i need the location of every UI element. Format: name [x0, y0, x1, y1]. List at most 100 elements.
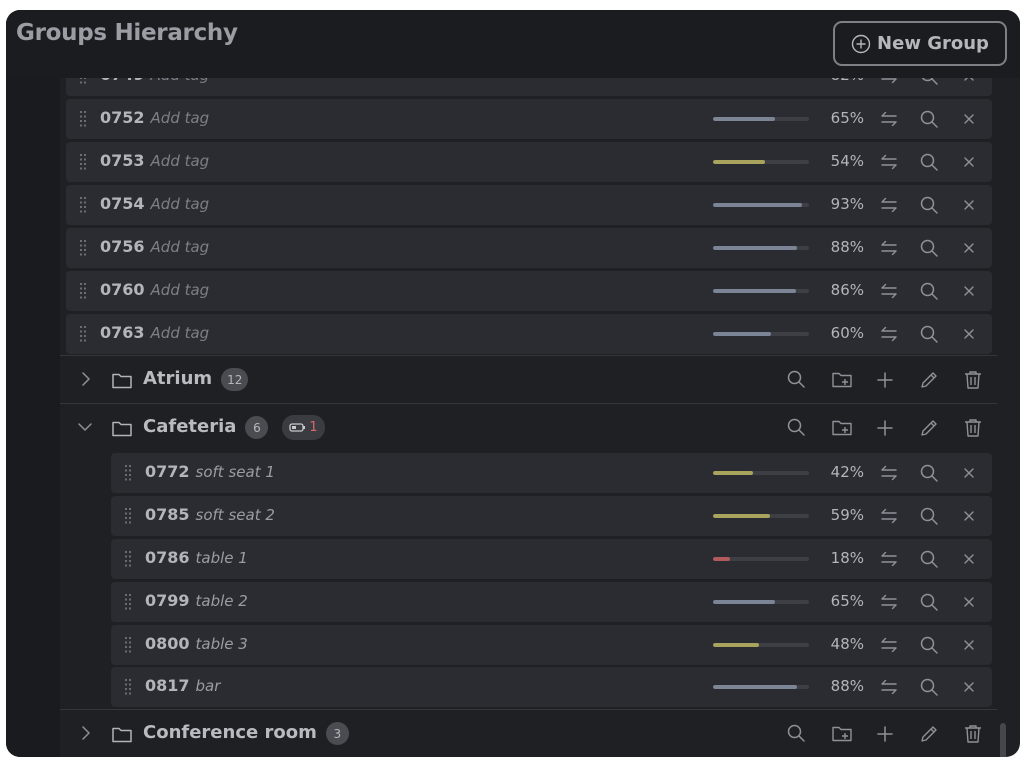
swap-icon[interactable]	[879, 324, 899, 344]
group-row-conference-room[interactable]: Conference room 3	[60, 709, 997, 757]
cafe-row[interactable]: 0786 table 1 18%	[111, 539, 992, 579]
drag-handle-icon[interactable]	[80, 283, 86, 299]
close-icon[interactable]	[959, 238, 979, 258]
search-icon[interactable]	[919, 549, 939, 569]
swap-icon[interactable]	[879, 195, 899, 215]
search-icon[interactable]	[786, 723, 808, 745]
search-icon[interactable]	[919, 635, 939, 655]
search-icon[interactable]	[919, 324, 939, 344]
add-tag-link[interactable]: Add tag	[151, 195, 210, 213]
top-row[interactable]: 0756 Add tag 88%	[66, 228, 992, 268]
close-icon[interactable]	[959, 78, 979, 86]
pencil-icon[interactable]	[918, 723, 940, 745]
chevron-right-icon[interactable]	[76, 370, 94, 388]
drag-handle-icon[interactable]	[80, 326, 86, 342]
close-icon[interactable]	[959, 195, 979, 215]
drag-handle-icon[interactable]	[125, 637, 131, 653]
group-row-cafeteria[interactable]: Cafeteria 6 1	[60, 403, 997, 452]
top-row[interactable]: 0749 Add tag 82%	[66, 78, 992, 96]
drag-handle-icon[interactable]	[125, 594, 131, 610]
top-row[interactable]: 0752 Add tag 65%	[66, 99, 992, 139]
battery-percent: 54%	[830, 152, 864, 170]
swap-icon[interactable]	[879, 238, 899, 258]
add-tag-link[interactable]: Add tag	[151, 238, 210, 256]
search-icon[interactable]	[786, 369, 808, 391]
close-icon[interactable]	[959, 324, 979, 344]
add-subgroup-icon[interactable]	[831, 369, 853, 391]
drag-handle-icon[interactable]	[125, 508, 131, 524]
close-icon[interactable]	[959, 635, 979, 655]
search-icon[interactable]	[919, 78, 939, 86]
trash-icon[interactable]	[962, 723, 984, 745]
swap-icon[interactable]	[879, 506, 899, 526]
swap-icon[interactable]	[879, 592, 899, 612]
add-subgroup-icon[interactable]	[831, 723, 853, 745]
plus-icon[interactable]	[874, 417, 896, 439]
vertical-scrollbar[interactable]	[1000, 723, 1006, 757]
close-icon[interactable]	[959, 592, 979, 612]
add-tag-link[interactable]: Add tag	[151, 281, 210, 299]
plus-icon[interactable]	[874, 723, 896, 745]
trash-icon[interactable]	[962, 417, 984, 439]
close-icon[interactable]	[959, 549, 979, 569]
drag-handle-icon[interactable]	[80, 197, 86, 213]
device-id: 0772	[145, 462, 190, 481]
pencil-icon[interactable]	[918, 417, 940, 439]
search-icon[interactable]	[919, 506, 939, 526]
top-row[interactable]: 0763 Add tag 60%	[66, 314, 992, 354]
top-row[interactable]: 0753 Add tag 54%	[66, 142, 992, 182]
cafe-row[interactable]: 0800 table 3 48%	[111, 625, 992, 665]
close-icon[interactable]	[959, 463, 979, 483]
swap-icon[interactable]	[879, 677, 899, 697]
search-icon[interactable]	[919, 152, 939, 172]
search-icon[interactable]	[919, 463, 939, 483]
drag-handle-icon[interactable]	[125, 465, 131, 481]
device-id: 0749	[100, 78, 145, 84]
search-icon[interactable]	[919, 238, 939, 258]
drag-handle-icon[interactable]	[80, 111, 86, 127]
plus-icon[interactable]	[874, 369, 896, 391]
swap-icon[interactable]	[879, 152, 899, 172]
top-row[interactable]: 0754 Add tag 93%	[66, 185, 992, 225]
search-icon[interactable]	[919, 195, 939, 215]
search-icon[interactable]	[919, 281, 939, 301]
search-icon[interactable]	[919, 592, 939, 612]
drag-handle-icon[interactable]	[125, 679, 131, 695]
cafe-row[interactable]: 0817 bar 88%	[111, 667, 992, 707]
swap-icon[interactable]	[879, 109, 899, 129]
search-icon[interactable]	[919, 677, 939, 697]
search-icon[interactable]	[786, 417, 808, 439]
cafe-row[interactable]: 0799 table 2 65%	[111, 582, 992, 622]
chevron-right-icon[interactable]	[76, 724, 94, 742]
top-row[interactable]: 0760 Add tag 86%	[66, 271, 992, 311]
add-tag-link[interactable]: Add tag	[151, 109, 210, 127]
trash-icon[interactable]	[962, 369, 984, 391]
cafe-row[interactable]: 0785 soft seat 2 59%	[111, 496, 992, 536]
swap-icon[interactable]	[879, 78, 899, 86]
hierarchy-list[interactable]: 0749 Add tag 82% 0752 Add tag 65% 0753 Add tag 5…	[6, 78, 1020, 757]
add-tag-link[interactable]: Add tag	[151, 152, 210, 170]
close-icon[interactable]	[959, 109, 979, 129]
chevron-down-icon[interactable]	[76, 418, 94, 436]
drag-handle-icon[interactable]	[80, 240, 86, 256]
add-tag-link[interactable]: Add tag	[151, 324, 210, 342]
swap-icon[interactable]	[879, 281, 899, 301]
close-icon[interactable]	[959, 152, 979, 172]
swap-icon[interactable]	[879, 549, 899, 569]
swap-icon[interactable]	[879, 635, 899, 655]
drag-handle-icon[interactable]	[80, 78, 86, 84]
battery-progress-fill	[713, 203, 803, 207]
add-subgroup-icon[interactable]	[831, 417, 853, 439]
cafe-row[interactable]: 0772 soft seat 1 42%	[111, 453, 992, 493]
search-icon[interactable]	[919, 109, 939, 129]
add-tag-link[interactable]: Add tag	[151, 78, 210, 84]
close-icon[interactable]	[959, 281, 979, 301]
group-row-atrium[interactable]: Atrium 12	[60, 355, 997, 404]
pencil-icon[interactable]	[918, 369, 940, 391]
swap-icon[interactable]	[879, 463, 899, 483]
new-group-button[interactable]: New Group	[833, 21, 1007, 66]
close-icon[interactable]	[959, 506, 979, 526]
drag-handle-icon[interactable]	[125, 551, 131, 567]
close-icon[interactable]	[959, 677, 979, 697]
drag-handle-icon[interactable]	[80, 154, 86, 170]
